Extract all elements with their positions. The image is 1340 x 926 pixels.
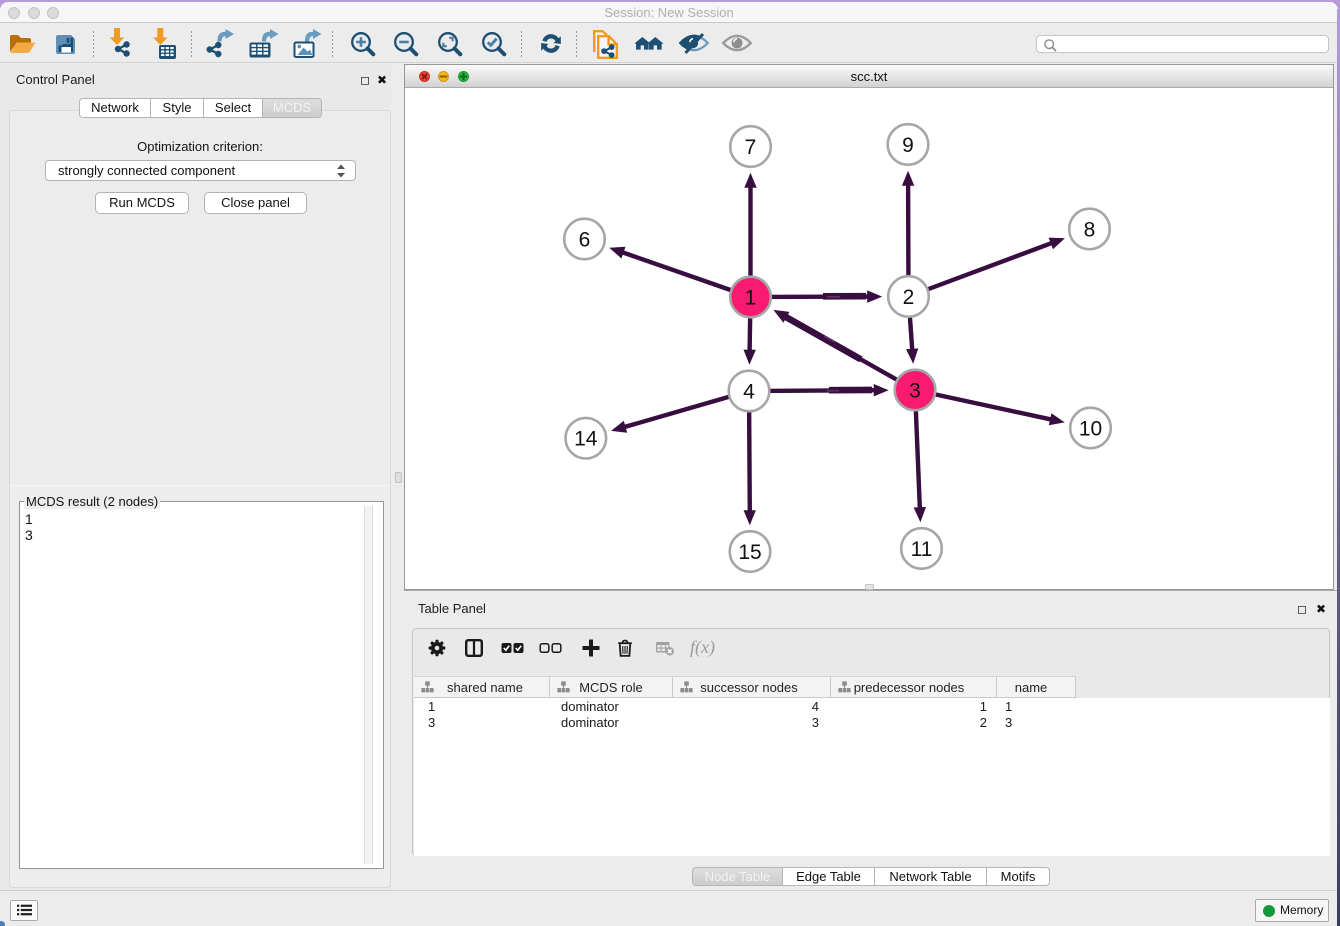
svg-text:10: 10 <box>1079 417 1102 440</box>
svg-text:11: 11 <box>911 538 933 561</box>
svg-text:4: 4 <box>743 380 755 403</box>
svg-text:7: 7 <box>745 136 757 159</box>
svg-text:9: 9 <box>902 134 914 157</box>
svg-text:1: 1 <box>745 286 757 309</box>
svg-text:14: 14 <box>574 428 598 451</box>
svg-text:15: 15 <box>738 541 761 564</box>
svg-text:8: 8 <box>1084 218 1096 241</box>
svg-text:2: 2 <box>903 286 915 309</box>
svg-text:6: 6 <box>579 228 591 251</box>
svg-text:3: 3 <box>909 379 921 402</box>
